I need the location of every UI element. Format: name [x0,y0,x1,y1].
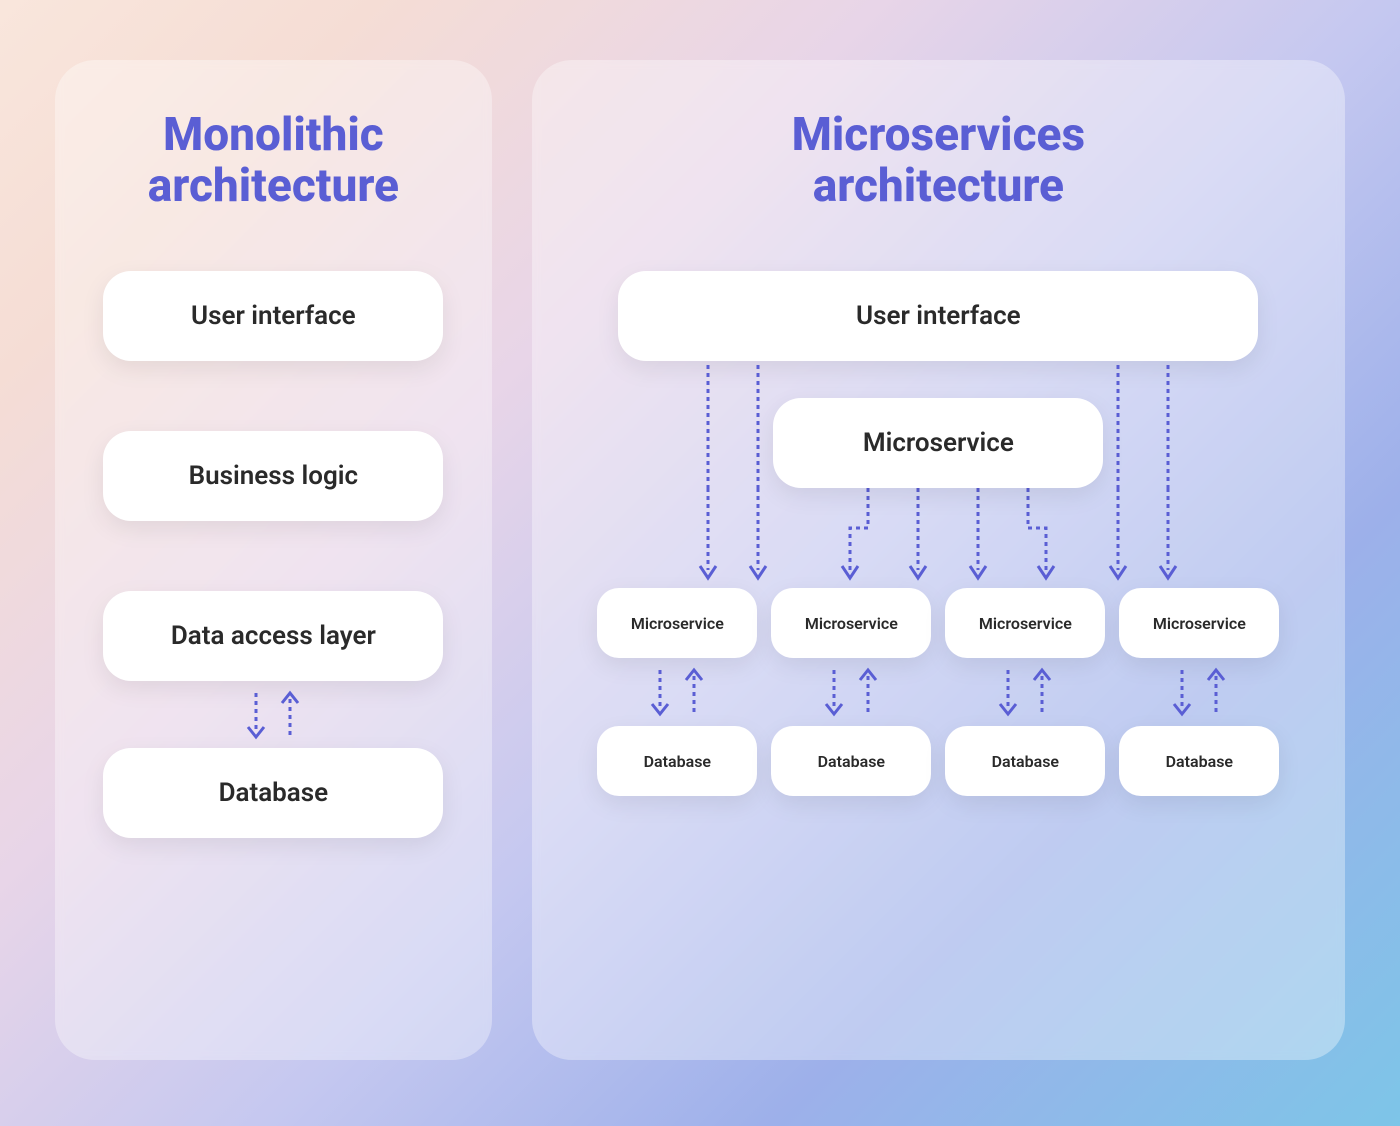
distribute-arrows-icon [618,488,1258,588]
arrow-up-icon [855,666,881,718]
monolithic-ui-box: User interface [103,271,443,361]
database-box-2: Database [771,726,931,796]
db-arrow-group-3 [945,666,1105,718]
arrow-up-icon [1203,666,1229,718]
db-arrow-group-4 [1119,666,1279,718]
microservice-box-4: Microservice [1119,588,1279,658]
database-box-3: Database [945,726,1105,796]
arrow-down-icon [1169,666,1195,718]
database-box-1: Database [597,726,757,796]
microservice-box-2: Microservice [771,588,931,658]
monolithic-data-access-box: Data access layer [103,591,443,681]
microservices-title: Microservices architecture [792,110,1086,211]
arrow-down-icon [243,689,269,741]
microservice-box-3: Microservice [945,588,1105,658]
microservices-ui-box: User interface [618,271,1258,361]
microservice-box-1: Microservice [597,588,757,658]
db-arrow-group-1 [597,666,757,718]
arrow-up-icon [681,666,707,718]
monolithic-stack: User interface Business logic Data acces… [103,271,443,838]
monolithic-panel: Monolithic architecture User interface B… [55,60,492,1060]
arrow-down-icon [821,666,847,718]
microservice-middle-box: Microservice [773,398,1103,488]
services-to-db-arrows [567,666,1310,718]
databases-row: Database Database Database Database [567,726,1310,796]
arrow-up-icon [1029,666,1055,718]
arrow-up-icon [277,689,303,741]
monolithic-business-box: Business logic [103,431,443,521]
microservices-row: Microservice Microservice Microservice M… [567,588,1310,658]
monolithic-database-box: Database [103,748,443,838]
database-box-4: Database [1119,726,1279,796]
microservices-content: User interface [567,271,1310,796]
monolithic-bidirectional-arrow [243,687,303,742]
middle-to-services-arrows [618,488,1258,588]
monolithic-title: Monolithic architecture [148,110,399,211]
microservices-panel: Microservices architecture User interfac… [532,60,1345,1060]
arrow-down-icon [995,666,1021,718]
arrow-down-icon [647,666,673,718]
db-arrow-group-2 [771,666,931,718]
